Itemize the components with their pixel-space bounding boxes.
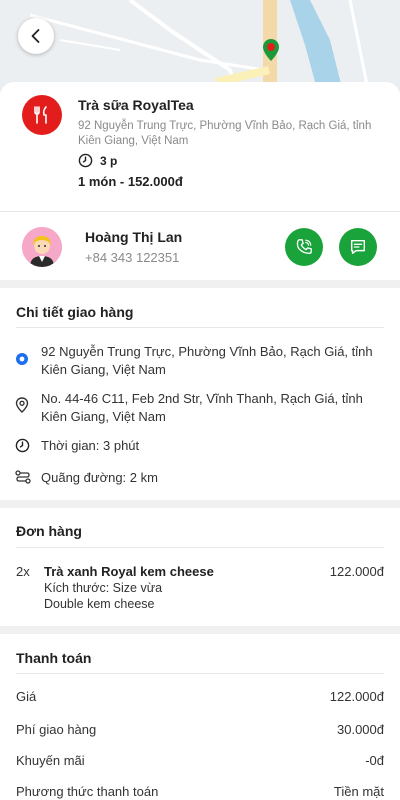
delivery-section-title: Chi tiết giao hàng bbox=[16, 304, 134, 320]
driver-phone: +84 343 122351 bbox=[85, 250, 180, 265]
chat-icon bbox=[350, 239, 366, 255]
discount-value: -0đ bbox=[365, 753, 384, 768]
divider bbox=[16, 547, 384, 548]
item-price: 122.000đ bbox=[329, 564, 384, 579]
location-pin-icon bbox=[15, 397, 29, 418]
pickup-dot-icon bbox=[15, 352, 29, 371]
store-address: 92 Nguyễn Trung Trực, Phường Vĩnh Bảo, R… bbox=[78, 120, 372, 147]
store-eta: 3 p bbox=[100, 154, 118, 168]
section-divider bbox=[0, 280, 400, 288]
order-detail-sheet: Trà sữa RoyalTea 92 Nguyễn Trung Trực, P… bbox=[0, 82, 400, 800]
price-label: Giá bbox=[16, 689, 37, 704]
order-section-title: Đơn hàng bbox=[16, 523, 82, 539]
section-divider bbox=[0, 626, 400, 634]
delivery-distance: Quãng đường: 2 km bbox=[41, 470, 158, 485]
back-icon bbox=[31, 29, 40, 43]
clock-icon bbox=[78, 153, 93, 173]
item-name: Trà xanh Royal kem cheese bbox=[44, 564, 214, 579]
store-card: Trà sữa RoyalTea 92 Nguyễn Trung Trực, P… bbox=[0, 82, 400, 212]
price-value: 122.000đ bbox=[329, 689, 384, 704]
phone-icon bbox=[296, 239, 312, 254]
payment-method-label: Phương thức thanh toán bbox=[16, 784, 159, 799]
divider bbox=[16, 673, 384, 674]
dropoff-address: No. 44-46 C11, Feb 2nd Str, Vĩnh Thanh, … bbox=[41, 391, 363, 424]
delivery-fee-value: 30.000đ bbox=[337, 722, 384, 737]
store-name: Trà sữa RoyalTea bbox=[78, 97, 194, 113]
back-button[interactable] bbox=[18, 18, 54, 54]
discount-label: Khuyến mãi bbox=[16, 753, 85, 768]
delivery-fee-label: Phí giao hàng bbox=[16, 722, 97, 737]
divider bbox=[16, 327, 384, 328]
divider bbox=[0, 211, 400, 212]
call-button[interactable] bbox=[285, 228, 323, 266]
map-marker-icon[interactable] bbox=[262, 38, 280, 67]
payment-method-value: Tiền mặt bbox=[333, 784, 384, 799]
store-logo bbox=[22, 95, 62, 135]
order-summary: 1 món - 152.000đ bbox=[78, 174, 183, 189]
avatar bbox=[22, 227, 62, 267]
item-extra: Double kem cheese bbox=[44, 597, 155, 611]
chat-button[interactable] bbox=[339, 228, 377, 266]
clock-icon bbox=[15, 438, 30, 458]
section-divider bbox=[0, 500, 400, 508]
fork-knife-icon bbox=[34, 106, 47, 124]
pickup-address: 92 Nguyễn Trung Trực, Phường Vĩnh Bảo, R… bbox=[41, 344, 373, 377]
driver-name: Hoàng Thị Lan bbox=[85, 229, 183, 245]
item-quantity: 2x bbox=[16, 564, 30, 579]
item-size: Kích thước: Size vừa bbox=[44, 581, 163, 595]
payment-section-title: Thanh toán bbox=[16, 650, 92, 666]
route-icon bbox=[15, 470, 31, 489]
delivery-time: Thời gian: 3 phút bbox=[41, 438, 140, 453]
